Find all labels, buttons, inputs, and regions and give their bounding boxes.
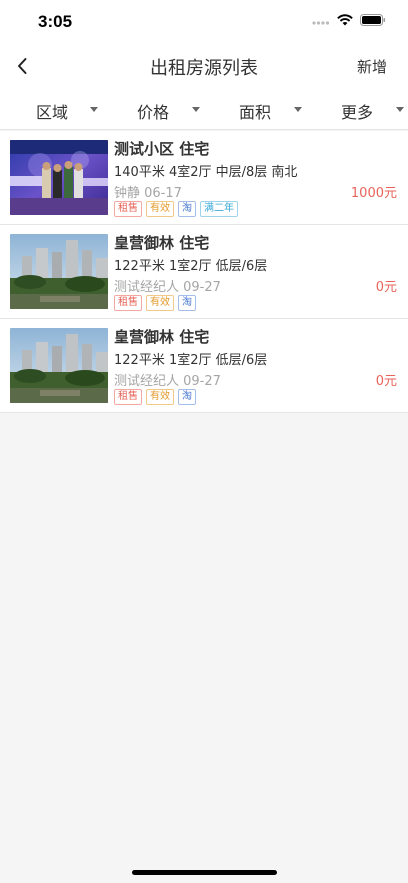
tag-rent-sale: 租售 (114, 295, 142, 311)
listing-tags: 租售 有效 淘 (114, 295, 196, 311)
tag-rent-sale: 租售 (114, 389, 142, 405)
filter-price-label: 价格 (137, 103, 170, 122)
listing-spec: 122平米 1室2厅 低层/6层 (114, 353, 268, 368)
page-title: 出租房源列表 (150, 58, 258, 79)
listing-meta: 钟静 06-17 (114, 186, 182, 201)
nav-bar: 出租房源列表 新增 (0, 44, 408, 88)
tag-two-years: 满二年 (200, 201, 238, 217)
listing-meta: 测试经纪人 09-27 (114, 374, 221, 389)
dropdown-triangle-icon (294, 107, 302, 112)
listing-spec: 140平米 4室2厅 中层/8层 南北 (114, 165, 298, 180)
filter-area-label: 面积 (239, 103, 272, 122)
filter-area[interactable]: 面积 (204, 88, 306, 130)
listing-list: 测试小区 住宅 140平米 4室2厅 中层/8层 南北 钟静 06-17 100… (0, 131, 408, 413)
listing-photo (10, 234, 108, 309)
status-bar: 3:05 (0, 0, 408, 44)
home-indicator[interactable] (132, 870, 277, 875)
list-item[interactable]: 皇营御林 住宅 122平米 1室2厅 低层/6层 测试经纪人 09-27 0元 … (0, 225, 408, 319)
list-item[interactable]: 测试小区 住宅 140平米 4室2厅 中层/8层 南北 钟静 06-17 100… (0, 131, 408, 225)
listing-title: 皇营御林 住宅 (114, 328, 210, 346)
listing-photo (10, 328, 108, 403)
listing-price: 1000元 (350, 186, 397, 201)
filter-more-label: 更多 (341, 103, 374, 122)
add-listing-button[interactable]: 新增 (357, 56, 387, 77)
dropdown-triangle-icon (396, 107, 404, 112)
list-item[interactable]: 皇营御林 住宅 122平米 1室2厅 低层/6层 测试经纪人 09-27 0元 … (0, 319, 408, 413)
tag-tao: 淘 (178, 201, 196, 217)
status-icons (312, 14, 386, 26)
filter-more[interactable]: 更多 (306, 88, 408, 130)
listing-tags: 租售 有效 淘 (114, 389, 196, 405)
listing-spec: 122平米 1室2厅 低层/6层 (114, 259, 268, 274)
filter-region-label: 区域 (36, 103, 69, 122)
tag-rent-sale: 租售 (114, 201, 142, 217)
signal-icon (312, 21, 330, 25)
status-time: 3:05 (38, 12, 73, 31)
wifi-icon (337, 14, 353, 26)
filter-bar: 区域 价格 面积 更多 (0, 88, 408, 130)
filter-price[interactable]: 价格 (102, 88, 204, 130)
tag-valid: 有效 (146, 201, 174, 217)
listing-title: 测试小区 住宅 (114, 140, 210, 158)
filter-region[interactable]: 区域 (0, 88, 102, 130)
dropdown-triangle-icon (90, 107, 98, 112)
battery-icon (360, 14, 386, 26)
listing-photo (10, 140, 108, 215)
listing-price: 0元 (375, 280, 397, 295)
listing-title: 皇营御林 住宅 (114, 234, 210, 252)
tag-tao: 淘 (178, 295, 196, 311)
dropdown-triangle-icon (192, 107, 200, 112)
tag-valid: 有效 (146, 389, 174, 405)
tag-tao: 淘 (178, 389, 196, 405)
tag-valid: 有效 (146, 295, 174, 311)
listing-price: 0元 (375, 374, 397, 389)
listing-meta: 测试经纪人 09-27 (114, 280, 221, 295)
listing-tags: 租售 有效 淘 满二年 (114, 201, 238, 217)
